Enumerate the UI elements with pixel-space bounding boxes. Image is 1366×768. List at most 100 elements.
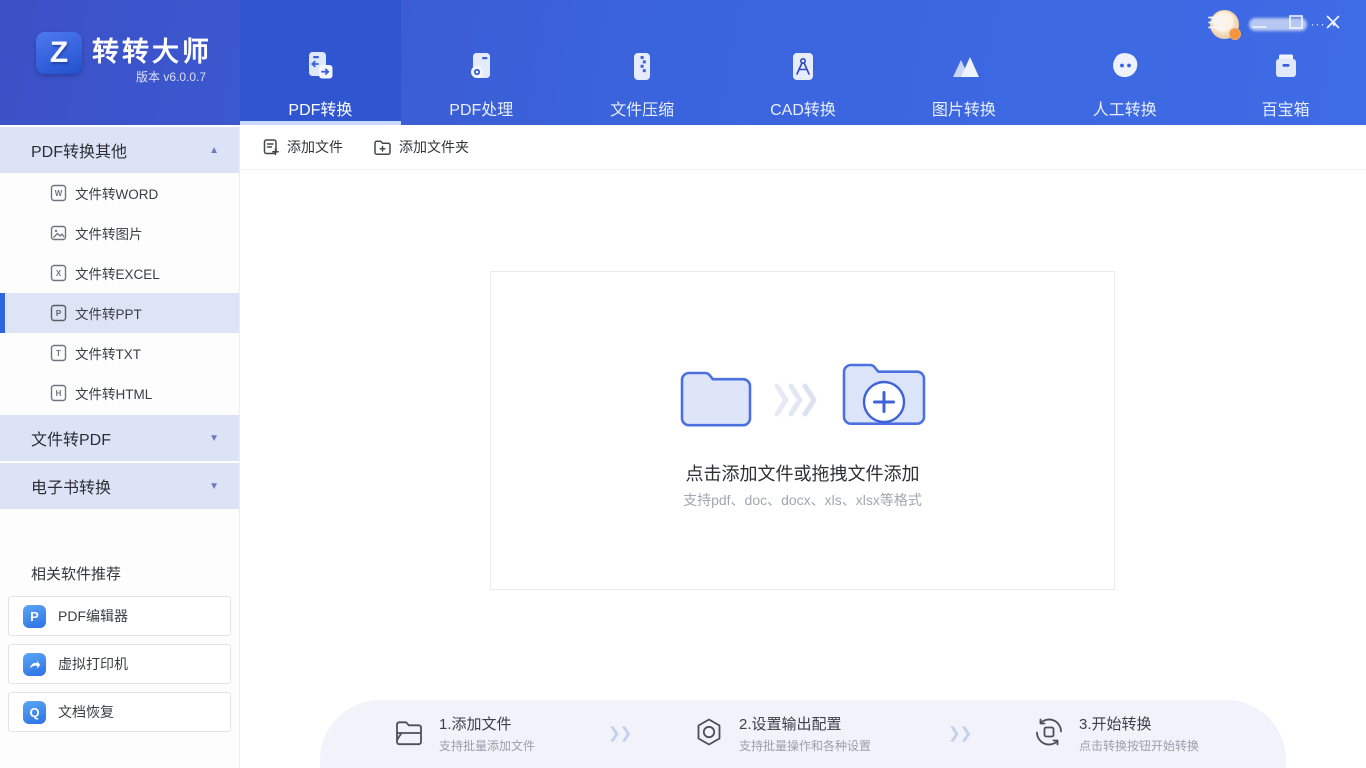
image-doc-icon: [50, 224, 67, 242]
sidebar-item-file-to-txt[interactable]: T 文件转TXT: [0, 333, 239, 373]
recommend-item-label: PDF编辑器: [58, 608, 128, 624]
pdf-process-icon: [462, 48, 500, 86]
html-doc-icon: H: [50, 384, 67, 402]
sidebar-item-file-to-excel[interactable]: X 文件转EXCEL: [0, 253, 239, 293]
add-folder-label: 添加文件夹: [399, 139, 469, 155]
doc-recovery-icon: Q: [23, 700, 46, 724]
nav-tab-image-convert[interactable]: 图片转换: [883, 0, 1044, 125]
word-doc-icon: W: [50, 184, 67, 202]
app-version: 版本 v6.0.0.7: [136, 70, 207, 84]
step-subtitle: 支持批量添加文件: [439, 739, 536, 753]
folder-add-icon: [842, 363, 925, 425]
nav-tab-manual-convert[interactable]: 人工转换: [1044, 0, 1205, 125]
menu-icon[interactable]: [1203, 9, 1229, 35]
dropzone-illustration: [491, 350, 1114, 434]
file-dropzone[interactable]: 点击添加文件或拖拽文件添加 支持pdf、doc、docx、xls、xlsx等格式: [490, 271, 1115, 590]
step-subtitle: 点击转换按钮开始转换: [1079, 739, 1200, 753]
sidebar-item-label: 文件转图片: [75, 227, 143, 242]
recommend-title: 相关软件推荐: [31, 566, 122, 583]
add-file-label: 添加文件: [287, 139, 343, 155]
steps-bar: 1.添加文件 支持批量添加文件 ❯❯ 2.设置输出配置 支持批量操作和各种设置 …: [320, 700, 1286, 768]
window-controls: [1203, 0, 1366, 44]
sidebar-item-label: 文件转WORD: [75, 187, 159, 202]
svg-text:P: P: [56, 309, 62, 318]
step-arrow-icon: ❯❯: [608, 725, 632, 742]
pdf-editor-icon: P: [23, 604, 46, 628]
nav-tab-label: 百宝箱: [1261, 102, 1310, 119]
ppt-doc-icon: P: [50, 304, 67, 322]
excel-doc-icon: X: [50, 264, 67, 282]
step-title: 3.开始转换: [1079, 716, 1152, 733]
add-file-button[interactable]: 添加文件: [262, 137, 343, 157]
sidebar: PDF转换其他 ▲ W 文件转WORD 文件转图片 X 文件转EXCEL P 文…: [0, 125, 240, 768]
section-label: 文件转PDF: [31, 432, 112, 449]
pdf-convert-icon: [301, 48, 339, 86]
svg-text:H: H: [56, 389, 62, 398]
sidebar-section-ebook-convert[interactable]: 电子书转换 ▼: [0, 463, 239, 509]
nav-tab-label: PDF转换: [288, 102, 353, 119]
add-file-icon: [263, 139, 279, 156]
convert-sync-icon: [1036, 718, 1062, 746]
sidebar-item-label: 文件转EXCEL: [75, 267, 160, 282]
virtual-printer-icon: [23, 652, 46, 676]
dropzone-subtitle: 支持pdf、doc、docx、xls、xlsx等格式: [683, 492, 922, 508]
step-add-file: 1.添加文件 支持批量添加文件: [392, 713, 535, 754]
top-header: Z 转转大师 版本 v6.0.0.7 PDF转换 PDF处理 文件压缩 CAD转…: [0, 0, 1366, 125]
step-arrow-icon: ❯❯: [948, 725, 972, 742]
svg-text:X: X: [56, 269, 62, 278]
txt-doc-icon: T: [50, 344, 67, 362]
sidebar-items: W 文件转WORD 文件转图片 X 文件转EXCEL P 文件转PPT T 文件…: [0, 173, 239, 413]
sidebar-item-file-to-html[interactable]: H 文件转HTML: [0, 373, 239, 413]
content-toolbar: 添加文件 添加文件夹: [240, 125, 1366, 170]
toolbox-icon: [1267, 48, 1305, 86]
nav-tab-cad-convert[interactable]: CAD转换: [723, 0, 884, 125]
sidebar-item-file-to-image[interactable]: 文件转图片: [0, 213, 239, 253]
sidebar-item-file-to-word[interactable]: W 文件转WORD: [0, 173, 239, 213]
nav-tab-pdf-process[interactable]: PDF处理: [401, 0, 562, 125]
dropzone-title: 点击添加文件或拖拽文件添加: [685, 464, 920, 484]
minimize-icon[interactable]: [1246, 9, 1272, 35]
sidebar-section-file-to-pdf[interactable]: 文件转PDF ▼: [0, 415, 239, 461]
image-convert-icon: [945, 48, 983, 86]
recommend-item-virtual-printer[interactable]: 虚拟打印机: [8, 644, 231, 684]
add-folder-icon: [374, 140, 391, 156]
maximize-icon[interactable]: [1283, 9, 1309, 35]
folder-source-icon: [680, 371, 751, 427]
section-label: PDF转换其他: [31, 144, 128, 161]
main-nav: PDF转换 PDF处理 文件压缩 CAD转换 图片转换 人工转换 百宝箱: [240, 0, 1366, 125]
settings-nut-icon: [697, 718, 721, 746]
step-subtitle: 支持批量操作和各种设置: [739, 739, 872, 753]
close-icon[interactable]: [1320, 9, 1346, 35]
nav-tab-label: 图片转换: [931, 102, 996, 119]
sidebar-section-pdf-convert-other[interactable]: PDF转换其他 ▲: [0, 127, 239, 173]
nav-tab-label: PDF处理: [449, 102, 514, 119]
nav-tab-pdf-convert[interactable]: PDF转换: [240, 0, 401, 125]
svg-text:T: T: [56, 349, 61, 358]
chevron-up-icon: ▲: [209, 144, 219, 156]
app-title: 转转大师: [92, 37, 212, 67]
nav-tab-file-compress[interactable]: 文件压缩: [562, 0, 723, 125]
transfer-chevrons-icon: [774, 383, 816, 417]
sidebar-item-label: 文件转HTML: [75, 387, 153, 402]
main-content: 添加文件 添加文件夹 点击添加文件或拖拽文件添加 支持pdf、doc、docx、…: [240, 125, 1366, 768]
step-output-config: 2.设置输出配置 支持批量操作和各种设置: [692, 713, 871, 754]
app-logo: Z: [36, 32, 82, 74]
recommend-item-label: 文档恢复: [58, 704, 114, 720]
nav-tab-label: CAD转换: [770, 102, 836, 119]
step-start-convert: 3.开始转换 点击转换按钮开始转换: [1032, 713, 1199, 754]
recommend-item-doc-recovery[interactable]: Q 文档恢复: [8, 692, 231, 732]
manual-convert-icon: [1106, 48, 1144, 86]
sidebar-item-file-to-ppt[interactable]: P 文件转PPT: [0, 293, 239, 333]
app-window: Z 转转大师 版本 v6.0.0.7 PDF转换 PDF处理 文件压缩 CAD转…: [0, 0, 1366, 768]
nav-tab-label: 文件压缩: [610, 102, 675, 119]
sidebar-item-label: 文件转PPT: [75, 307, 142, 322]
svg-text:W: W: [55, 189, 63, 198]
nav-tab-label: 人工转换: [1092, 102, 1157, 119]
add-folder-button[interactable]: 添加文件夹: [373, 137, 469, 157]
recommend-item-pdf-editor[interactable]: P PDF编辑器: [8, 596, 231, 636]
logo-letter: Z: [49, 36, 69, 69]
brand: Z 转转大师 版本 v6.0.0.7: [20, 24, 240, 104]
cad-convert-icon: [784, 48, 822, 86]
step-title: 1.添加文件: [439, 716, 512, 733]
file-compress-icon: [623, 48, 661, 86]
